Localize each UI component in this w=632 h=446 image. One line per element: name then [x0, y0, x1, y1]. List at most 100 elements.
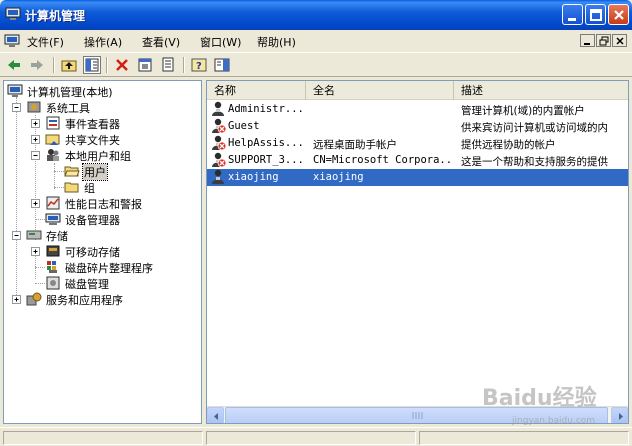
- menu-bar: 文件(F) 操作(A) 查看(V) 窗口(W) 帮助(H): [0, 30, 632, 52]
- restore-icon: [599, 36, 609, 46]
- tree-label: 本地用户和组: [65, 150, 131, 163]
- help-button[interactable]: ?: [190, 56, 208, 74]
- table-row[interactable]: Administr... 管理计算机(域)的内置帐户: [207, 101, 628, 118]
- event-viewer-icon: [46, 116, 60, 130]
- forward-arrow-icon: [31, 60, 43, 70]
- arrow-right-icon: [619, 413, 623, 420]
- device-manager-icon: [45, 213, 61, 225]
- tree-connector: [54, 171, 64, 172]
- table-row[interactable]: HelpAssis... 远程桌面助手帐户 提供远程协助的帐户: [207, 135, 628, 152]
- tree-label: 磁盘碎片整理程序: [65, 262, 153, 275]
- mmc-document-icon[interactable]: [4, 33, 21, 49]
- minus-icon: [14, 107, 19, 108]
- column-header-description[interactable]: 描述: [454, 81, 628, 100]
- tree-label: 组: [84, 182, 95, 195]
- status-pane-middle: [206, 431, 416, 445]
- cell-description: 管理计算机(域)的内置帐户: [461, 105, 585, 117]
- expand-toggle[interactable]: [31, 247, 40, 256]
- help-icon: ?: [191, 58, 207, 72]
- child-close-button[interactable]: [612, 34, 627, 47]
- title-bar[interactable]: 计算机管理: [0, 0, 632, 30]
- cell-full-name: xiaojing: [313, 171, 364, 183]
- menu-view[interactable]: 查看(V): [142, 34, 180, 50]
- plus-icon: [33, 201, 38, 206]
- maximize-icon: [590, 9, 602, 21]
- up-one-level-button[interactable]: [60, 56, 78, 74]
- collapse-toggle[interactable]: [12, 231, 21, 240]
- collapse-toggle[interactable]: [31, 151, 40, 160]
- show-hide-tree-button[interactable]: [83, 56, 101, 74]
- properties-button[interactable]: [136, 56, 154, 74]
- cell-full-name: 远程桌面助手帐户: [313, 139, 397, 151]
- export-list-button[interactable]: [159, 56, 177, 74]
- export-list-icon: [162, 57, 174, 72]
- minus-icon: [14, 235, 19, 236]
- minimize-button[interactable]: [562, 4, 583, 25]
- folder-icon: [64, 182, 79, 193]
- plus-icon: [14, 297, 19, 302]
- tree-label: 共享文件夹: [65, 134, 120, 147]
- computer-management-icon: [7, 84, 23, 97]
- close-button[interactable]: [608, 4, 629, 25]
- forward-button[interactable]: [28, 56, 46, 74]
- user-icon: [212, 152, 227, 168]
- expand-toggle[interactable]: [31, 135, 40, 144]
- tree-connector: [35, 283, 45, 284]
- menu-file[interactable]: 文件(F): [27, 34, 64, 50]
- removable-storage-icon: [46, 245, 60, 257]
- minus-icon: [33, 155, 38, 156]
- user-icon: [212, 169, 224, 184]
- table-row[interactable]: Guest 供来宾访问计算机或访问域的内: [207, 118, 628, 135]
- tree-label: 服务和应用程序: [46, 294, 123, 307]
- tree-connector: [16, 97, 17, 295]
- expand-toggle[interactable]: [12, 295, 21, 304]
- properties-icon: [138, 58, 152, 72]
- tree-label: 存储: [46, 230, 68, 243]
- tree-connector: [35, 115, 36, 240]
- table-row[interactable]: SUPPORT_3... CN=Microsoft Corpora... 这是一个帮…: [207, 152, 628, 169]
- collapse-toggle[interactable]: [12, 103, 21, 112]
- tree-label: 设备管理器: [65, 214, 120, 227]
- plus-icon: [33, 249, 38, 254]
- defrag-icon: [47, 261, 57, 273]
- delete-button[interactable]: [113, 56, 131, 74]
- status-bar: [0, 427, 632, 446]
- users-group-icon: [47, 149, 59, 161]
- column-header-name[interactable]: 名称: [207, 81, 306, 100]
- expand-toggle[interactable]: [31, 199, 40, 208]
- menu-help[interactable]: 帮助(H): [257, 34, 296, 50]
- tree-connector: [54, 163, 55, 189]
- child-minimize-button[interactable]: [580, 34, 595, 47]
- scroll-left-button[interactable]: [207, 407, 224, 423]
- menu-action[interactable]: 操作(A): [84, 34, 122, 50]
- cell-name: Administr...: [228, 103, 304, 115]
- minimize-icon: [584, 43, 590, 45]
- cell-full-name: CN=Microsoft Corpora...: [313, 154, 451, 166]
- minimize-icon: [568, 18, 576, 21]
- maximize-button[interactable]: [585, 4, 606, 25]
- user-list-view[interactable]: 名称 全名 描述 Administr... 管理计算机(域)的内置帐户 Guest 供…: [206, 80, 629, 424]
- cell-name: SUPPORT_3...: [228, 154, 304, 166]
- show-hide-action-pane-button[interactable]: [213, 56, 231, 74]
- system-tools-icon: [27, 101, 41, 113]
- watermark-url: jingyan.baidu.com: [512, 416, 596, 426]
- expand-toggle[interactable]: [31, 119, 40, 128]
- child-restore-button[interactable]: [596, 34, 611, 47]
- menu-window[interactable]: 窗口(W): [200, 34, 241, 50]
- back-button[interactable]: [5, 56, 23, 74]
- cell-description: 提供远程协助的帐户: [461, 139, 556, 151]
- tree-label: 用户: [82, 163, 108, 181]
- tree-connector: [35, 267, 45, 268]
- close-icon: [614, 10, 624, 20]
- plus-icon: [33, 137, 38, 142]
- action-pane-icon: [214, 58, 230, 72]
- svg-text:?: ?: [196, 61, 202, 72]
- tree-label: 性能日志和警报: [65, 198, 142, 211]
- table-row[interactable]: xiaojing xiaojing: [207, 169, 628, 186]
- scroll-right-button[interactable]: [611, 407, 628, 423]
- toolbar-separator: [106, 57, 108, 73]
- console-tree[interactable]: 计算机管理(本地) 系统工具 事件查看器 共享文件夹 本地用户和组 用户 组 性…: [3, 80, 202, 424]
- column-header-full-name[interactable]: 全名: [306, 81, 454, 100]
- status-pane-left: [3, 431, 203, 445]
- tree-label: 事件查看器: [65, 118, 120, 131]
